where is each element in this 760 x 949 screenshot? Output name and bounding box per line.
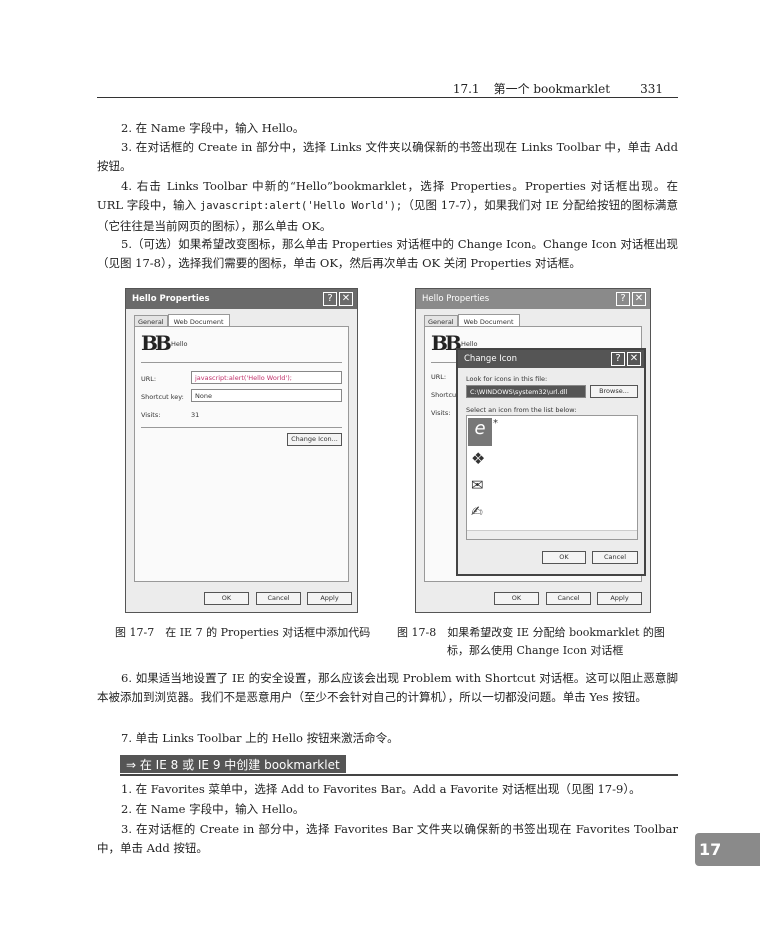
visits-value: 31: [191, 411, 200, 419]
bookmark-icon: BB: [141, 331, 172, 355]
visits-label: Visits:: [141, 411, 161, 419]
ie8-step-3: 3. 在对话框的 Create in 部分中，选择 Favorites Bar …: [97, 822, 678, 856]
step-2: 2. 在 Name 字段中，输入 Hello。: [121, 121, 305, 135]
dialog-titlebar: Hello Properties: [416, 289, 650, 309]
ie8-step-1: 1. 在 Favorites 菜单中，选择 Add to Favorites B…: [121, 782, 641, 796]
code-snippet: javascript:alert('Hello World');: [199, 200, 403, 213]
step-3: 3. 在对话框的 Create in 部分中，选择 Links 文件夹以确保新的…: [97, 140, 678, 174]
globe-icon[interactable]: ❖: [471, 449, 485, 468]
cancel-button[interactable]: Cancel: [256, 592, 301, 605]
item-name: Hello: [171, 340, 188, 348]
running-header: 17.1 第一个 bookmarklet 331: [97, 80, 678, 98]
icon-list[interactable]: e * ❖ ✉ ✍: [466, 415, 638, 540]
cancel-button[interactable]: Cancel: [546, 592, 591, 605]
icon-file-input[interactable]: C:\WINDOWS\system32\url.dll: [466, 385, 586, 398]
dialog-title: Hello Properties: [132, 294, 210, 304]
change-icon-cancel-button[interactable]: Cancel: [592, 551, 638, 564]
tab-panel: BB Hello URL: javascript:alert('Hello Wo…: [134, 326, 349, 582]
document-icon[interactable]: ✍: [471, 504, 483, 520]
caption-figure-17-8: 图 17-8 如果希望改变 IE 分配给 bookmarklet 的图标，那么使…: [397, 626, 665, 657]
change-icon-dialog: Change Icon ? ✕ Look for icons in this f…: [456, 348, 646, 576]
ok-button[interactable]: OK: [204, 592, 249, 605]
step-4: 4. 右击 Links Toolbar 中新的“Hello”bookmarkle…: [97, 177, 678, 236]
mail-icon[interactable]: ✉: [471, 476, 484, 494]
visits-label: Visits:: [431, 409, 451, 417]
url-input[interactable]: javascript:alert('Hello World');: [191, 371, 342, 384]
section-heading: ⇒ 在 IE 8 或 IE 9 中创建 bookmarklet: [120, 755, 346, 773]
ie8-step-2: 2. 在 Name 字段中，输入 Hello。: [121, 802, 305, 816]
help-icon[interactable]: ?: [616, 292, 630, 306]
step-5: 5.（可选）如果希望改变图标，那么单击 Properties 对话框中的 Cha…: [97, 237, 678, 271]
help-icon[interactable]: ?: [323, 292, 337, 306]
shortcut-label: Shortcut key:: [141, 393, 184, 401]
caption-figure-17-7: 图 17-7 在 IE 7 的 Properties 对话框中添加代码: [115, 626, 371, 639]
url-label: URL:: [141, 375, 157, 383]
section-number: 17.1: [452, 82, 480, 96]
apply-button[interactable]: Apply: [597, 592, 642, 605]
ok-button[interactable]: OK: [494, 592, 539, 605]
dialog-title: Hello Properties: [422, 294, 490, 304]
shortcut-input[interactable]: None: [191, 389, 342, 402]
figure-17-8-change-icon-dialog: Hello Properties ? ✕ General Web Document…: [415, 288, 651, 613]
browse-button[interactable]: Browse...: [590, 385, 638, 398]
item-name: Hello: [461, 340, 478, 348]
change-icon-title: Change Icon: [464, 354, 518, 364]
shortcut-label: Shortcut: [431, 391, 459, 399]
url-label: URL:: [431, 373, 447, 381]
close-icon[interactable]: ✕: [627, 352, 641, 366]
apply-button[interactable]: Apply: [307, 592, 352, 605]
change-icon-ok-button[interactable]: OK: [542, 551, 586, 564]
bookmark-icon: BB: [431, 331, 462, 355]
select-icon-label: Select an icon from the list below:: [466, 406, 577, 414]
page-number: 331: [640, 82, 663, 96]
step-6: 6. 如果适当地设置了 IE 的安全设置，那么应该会出现 Problem wit…: [97, 671, 678, 705]
ie-icon[interactable]: e: [468, 418, 492, 446]
section-rule: [120, 774, 678, 776]
change-icon-button[interactable]: Change Icon...: [287, 433, 342, 446]
chapter-tab: 17: [695, 833, 760, 866]
look-for-label: Look for icons in this file:: [466, 375, 548, 383]
close-icon[interactable]: ✕: [632, 292, 646, 306]
figure-17-7-properties-dialog: Hello Properties ? ✕ General Web Document…: [125, 288, 358, 613]
horizontal-scrollbar[interactable]: [467, 530, 637, 539]
close-icon[interactable]: ✕: [339, 292, 353, 306]
help-icon[interactable]: ?: [611, 352, 625, 366]
section-title: 第一个 bookmarklet: [493, 82, 611, 96]
step-7: 7. 单击 Links Toolbar 上的 Hello 按钮来激活命令。: [121, 731, 399, 745]
star-icon: *: [493, 418, 498, 429]
